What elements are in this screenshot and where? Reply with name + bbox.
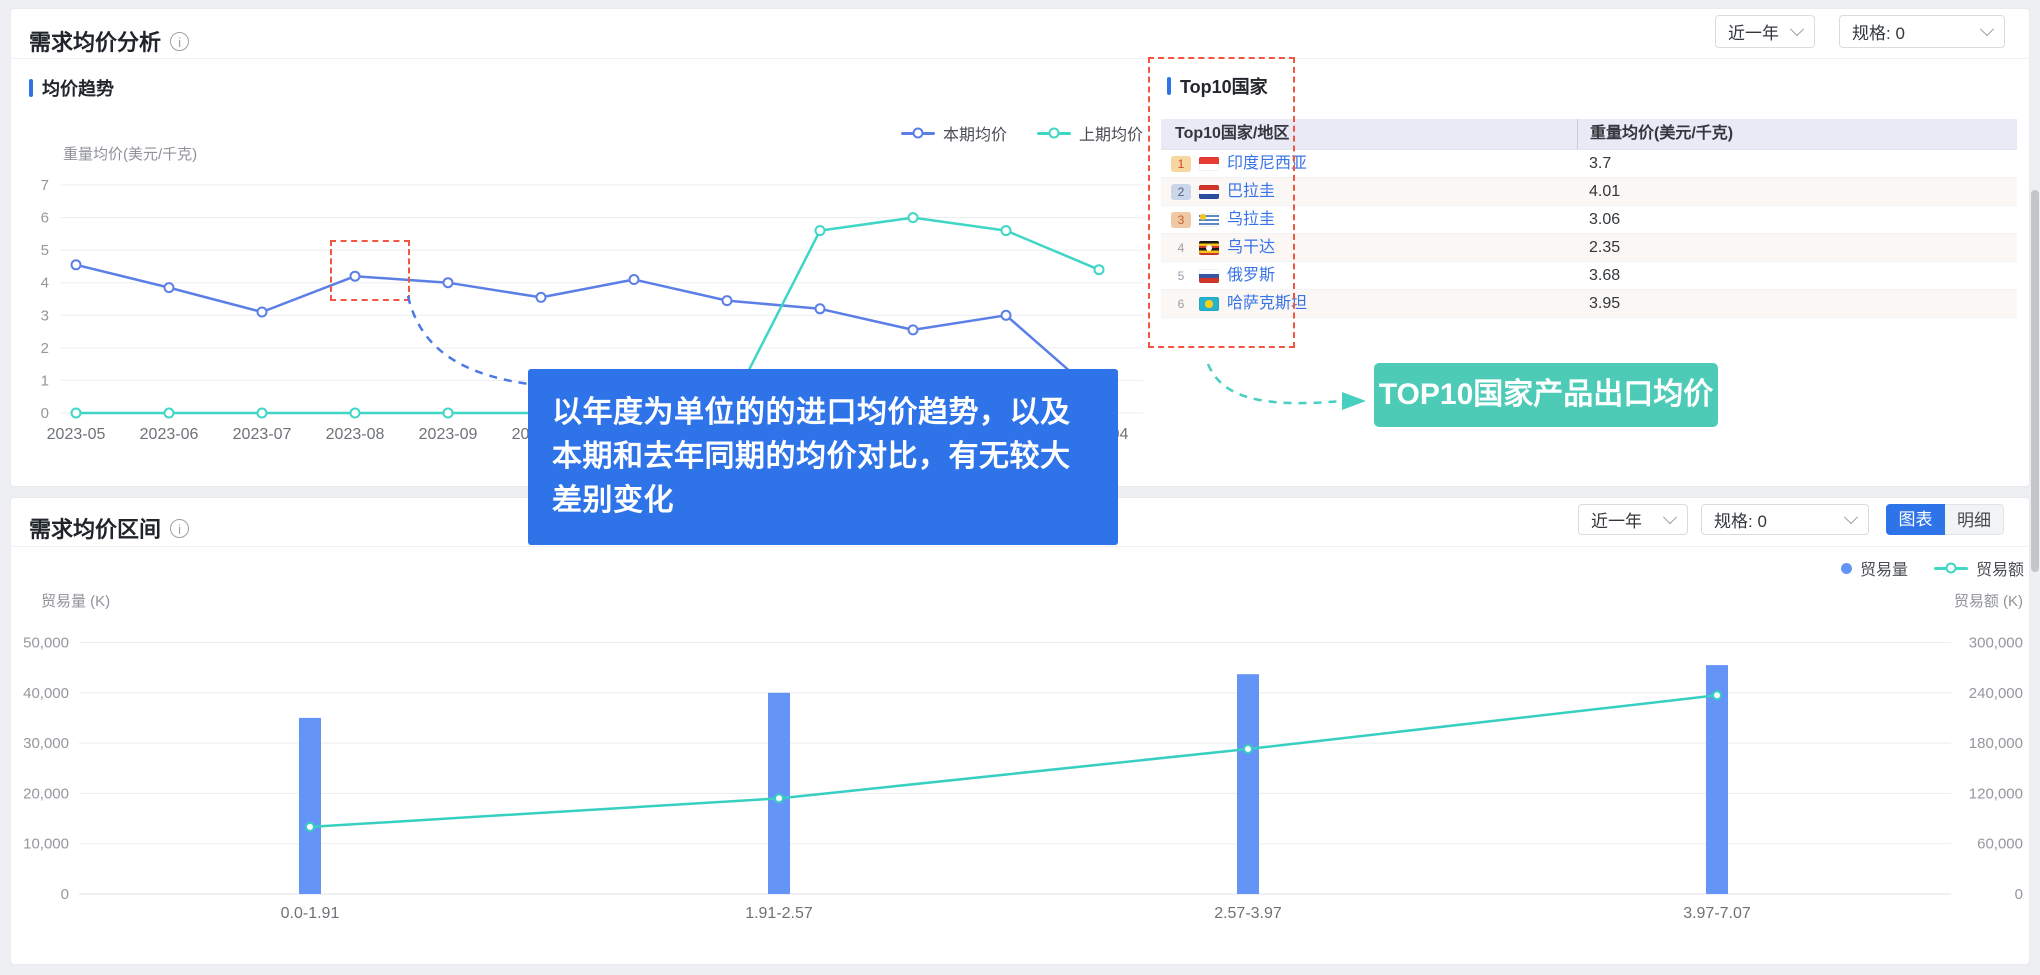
panel2-header: 需求均价区间 i: [29, 512, 189, 544]
svg-text:1.91-2.57: 1.91-2.57: [745, 905, 813, 922]
avg-price-cell: 3.95: [1577, 290, 2017, 317]
red-dashed-highlight-point: [330, 240, 410, 301]
avg-price-cell: 4.01: [1577, 178, 2017, 205]
svg-text:2: 2: [41, 340, 49, 357]
svg-text:180,000: 180,000: [1969, 735, 2023, 752]
info-icon[interactable]: i: [170, 32, 189, 51]
chevron-down-icon: [1790, 22, 1804, 36]
annotation-note: 以年度为单位的的进口均价趋势，以及本期和去年同期的均价对比，有无较大差别变化: [528, 369, 1118, 545]
period-select-2[interactable]: 近一年: [1578, 504, 1688, 535]
info-icon[interactable]: i: [170, 519, 189, 538]
line-marker-icon: [1934, 567, 1968, 570]
line-marker-icon: [901, 132, 935, 135]
svg-text:0: 0: [2015, 886, 2023, 903]
section-avg-price-trend: 均价趋势: [29, 75, 114, 101]
svg-text:2023-08: 2023-08: [326, 426, 385, 443]
price-range-bar-line-chart: 50,000 300,000 40,000 240,000 30,000 180,000 2…: [11, 588, 2031, 938]
divider: [11, 58, 2029, 59]
divider: [11, 546, 2029, 547]
legend-trade-amount[interactable]: 贸易额: [1934, 556, 2024, 580]
svg-text:40,000: 40,000: [23, 685, 69, 702]
svg-text:3: 3: [41, 307, 49, 324]
svg-text:贸易量 (K): 贸易量 (K): [41, 593, 110, 610]
svg-text:0: 0: [61, 886, 69, 903]
svg-text:2023-09: 2023-09: [419, 426, 478, 443]
tab-detail-view[interactable]: 明细: [1945, 504, 2004, 535]
spec-select[interactable]: 规格: 0: [1839, 15, 2005, 48]
svg-text:5: 5: [41, 242, 49, 259]
column-header-avg-price: 重量均价(美元/千克): [1577, 119, 2017, 149]
spec-select-2[interactable]: 规格: 0: [1701, 504, 1869, 535]
avg-price-cell: 3.7: [1577, 150, 2017, 177]
svg-text:7: 7: [41, 177, 49, 194]
red-dashed-highlight-top10: [1148, 57, 1295, 348]
svg-text:重量均价(美元/千克): 重量均价(美元/千克): [63, 146, 197, 163]
svg-text:6: 6: [41, 210, 49, 227]
chevron-down-icon: [1980, 22, 1994, 36]
line-marker-icon: [1037, 132, 1071, 135]
svg-text:60,000: 60,000: [1977, 836, 2023, 853]
svg-text:贸易额 (K): 贸易额 (K): [1954, 593, 2023, 610]
panel-demand-avg-price-range: 需求均价区间 i 近一年 规格: 0 图表 明细 贸易量 贸易额 50,000 3…: [10, 497, 2030, 965]
svg-text:3.97-7.07: 3.97-7.07: [1683, 905, 1751, 922]
section-accent-bar: [29, 79, 33, 97]
dashboard: 需求均价分析 i 近一年 规格: 0 均价趋势 本期均价 上期均价 01: [0, 0, 2040, 975]
svg-text:4: 4: [41, 275, 49, 292]
page-title: 需求均价分析: [29, 25, 161, 57]
svg-text:2023-07: 2023-07: [233, 426, 292, 443]
svg-text:2.57-3.97: 2.57-3.97: [1214, 905, 1282, 922]
panel2-title: 需求均价区间: [29, 512, 161, 544]
svg-text:120,000: 120,000: [1969, 785, 2023, 802]
svg-text:50,000: 50,000: [23, 635, 69, 652]
annotation-callout: TOP10国家产品出口均价: [1374, 363, 1718, 427]
svg-text:2023-05: 2023-05: [47, 426, 106, 443]
chart2-legend: 贸易量 贸易额: [1841, 556, 2024, 580]
svg-text:300,000: 300,000: [1969, 635, 2023, 652]
panel1-header: 需求均价分析 i: [29, 25, 189, 57]
period-select[interactable]: 近一年: [1715, 15, 1815, 48]
chevron-down-icon: [1663, 510, 1677, 524]
avg-price-cell: 2.35: [1577, 234, 2017, 261]
dot-marker-icon: [1841, 563, 1852, 574]
avg-price-cell: 3.68: [1577, 262, 2017, 289]
svg-text:10,000: 10,000: [23, 836, 69, 853]
scrollbar-thumb[interactable]: [2031, 190, 2039, 572]
svg-text:240,000: 240,000: [1969, 685, 2023, 702]
avg-price-cell: 3.06: [1577, 206, 2017, 233]
tab-chart-view[interactable]: 图表: [1886, 504, 1945, 535]
svg-text:0.0-1.91: 0.0-1.91: [281, 905, 340, 922]
svg-text:2023-06: 2023-06: [140, 426, 199, 443]
svg-text:20,000: 20,000: [23, 785, 69, 802]
svg-text:1: 1: [41, 372, 49, 389]
chevron-down-icon: [1844, 510, 1858, 524]
legend-trade-volume[interactable]: 贸易量: [1841, 556, 1908, 580]
svg-text:30,000: 30,000: [23, 735, 69, 752]
svg-text:0: 0: [41, 405, 49, 422]
